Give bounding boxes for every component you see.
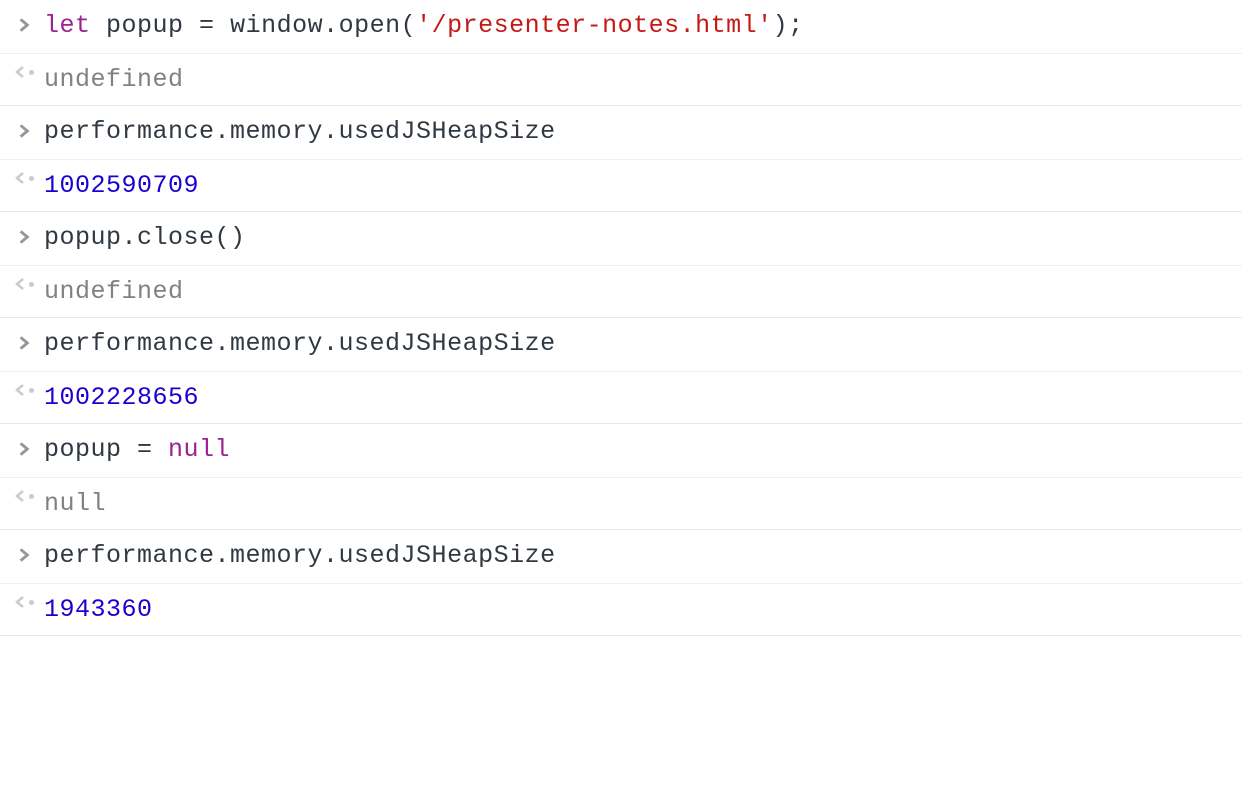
console-output-chevron-icon (14, 488, 34, 504)
code-token: undefined (44, 277, 184, 306)
console-row-gutter (4, 62, 44, 80)
console-output-chevron-icon (14, 64, 34, 80)
console-row-gutter (4, 538, 44, 575)
code-token: performance.memory.usedJSHeapSize (44, 117, 556, 146)
code-token: ); (773, 11, 804, 40)
console-input-code: performance.memory.usedJSHeapSize (44, 326, 1234, 361)
console-input-chevron-icon (17, 222, 31, 257)
code-token: popup (91, 11, 200, 40)
console-row-gutter (4, 168, 44, 186)
console-input-row[interactable]: performance.memory.usedJSHeapSize (0, 530, 1242, 584)
console-output-chevron-icon (14, 276, 34, 292)
console-input-row[interactable]: performance.memory.usedJSHeapSize (0, 318, 1242, 372)
console-input-code: popup = null (44, 432, 1234, 467)
code-token: null (168, 435, 230, 464)
console-output-row: undefined (0, 54, 1242, 106)
code-token: 1002228656 (44, 383, 199, 412)
console-output-row: undefined (0, 266, 1242, 318)
code-token: 1002590709 (44, 171, 199, 200)
console-row-gutter (4, 326, 44, 363)
console-row-gutter (4, 8, 44, 45)
console-input-row[interactable]: performance.memory.usedJSHeapSize (0, 106, 1242, 160)
console-row-gutter (4, 274, 44, 292)
code-token: popup.close() (44, 223, 246, 252)
code-token: '/presenter-notes.html' (416, 11, 773, 40)
console-output-row: null (0, 478, 1242, 530)
devtools-console[interactable]: let popup = window.open('/presenter-note… (0, 0, 1242, 636)
console-output-row: 1002228656 (0, 372, 1242, 424)
console-input-row[interactable]: popup = null (0, 424, 1242, 478)
console-input-code: performance.memory.usedJSHeapSize (44, 114, 1234, 149)
console-input-chevron-icon (17, 10, 31, 45)
console-input-row[interactable]: let popup = window.open('/presenter-note… (0, 0, 1242, 54)
console-input-code: popup.close() (44, 220, 1234, 255)
code-token: performance.memory.usedJSHeapSize (44, 541, 556, 570)
console-row-gutter (4, 114, 44, 151)
console-output-value: undefined (44, 274, 1234, 309)
console-input-code: performance.memory.usedJSHeapSize (44, 538, 1234, 573)
console-output-chevron-icon (14, 170, 34, 186)
console-output-chevron-icon (14, 594, 34, 610)
console-output-value: null (44, 486, 1234, 521)
console-row-gutter (4, 220, 44, 257)
console-output-row: 1943360 (0, 584, 1242, 636)
console-row-gutter (4, 592, 44, 610)
console-output-chevron-icon (14, 382, 34, 398)
console-output-value: undefined (44, 62, 1234, 97)
console-output-value: 1002590709 (44, 168, 1234, 203)
console-input-chevron-icon (17, 540, 31, 575)
console-row-gutter (4, 380, 44, 398)
code-token (153, 435, 169, 464)
code-token: popup (44, 435, 137, 464)
console-row-gutter (4, 432, 44, 469)
console-input-row[interactable]: popup.close() (0, 212, 1242, 266)
code-token: let (44, 11, 91, 40)
console-input-chevron-icon (17, 116, 31, 151)
console-output-value: 1002228656 (44, 380, 1234, 415)
code-token: = (137, 435, 153, 464)
code-token: window.open( (215, 11, 417, 40)
code-token: = (199, 11, 215, 40)
console-output-row: 1002590709 (0, 160, 1242, 212)
code-token: performance.memory.usedJSHeapSize (44, 329, 556, 358)
console-input-chevron-icon (17, 434, 31, 469)
code-token: 1943360 (44, 595, 153, 624)
code-token: undefined (44, 65, 184, 94)
console-input-chevron-icon (17, 328, 31, 363)
console-input-code: let popup = window.open('/presenter-note… (44, 8, 1234, 43)
console-row-gutter (4, 486, 44, 504)
code-token: null (44, 489, 106, 518)
console-output-value: 1943360 (44, 592, 1234, 627)
